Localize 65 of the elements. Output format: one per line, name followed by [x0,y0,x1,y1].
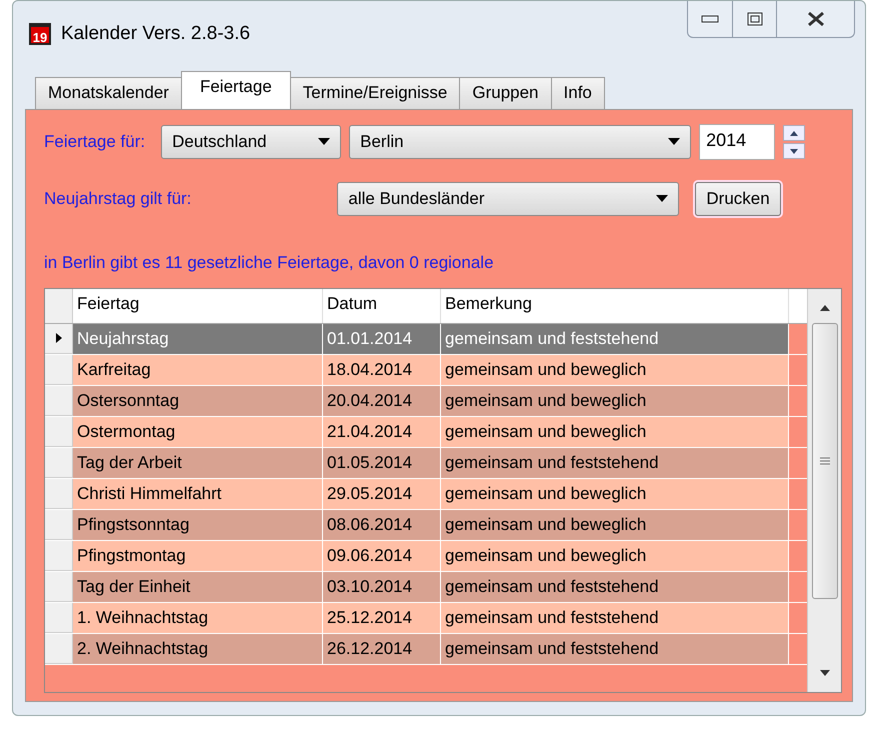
tab[interactable]: Feiertage [180,71,291,109]
tab[interactable]: Gruppen [459,77,552,109]
table-cell: 25.12.2014 [323,602,441,632]
country-label: Feiertage für: [44,131,146,154]
table-cell: 2. Weihnachtstag [73,634,323,664]
spin-down-button[interactable] [783,143,806,159]
table-cell: Pfingstsonntag [73,510,323,540]
year-field[interactable]: 2014 [699,124,776,160]
caret-icon [656,195,668,203]
table-cell: 26.12.2014 [323,634,441,664]
table-cell: gemeinsam und feststehend [441,634,789,664]
tab[interactable]: Info [550,77,605,109]
table-cell: gemeinsam und beweglich [441,478,789,508]
table-cell: Neujahrstag [73,324,323,354]
table-cell: gemeinsam und beweglich [441,510,789,540]
table-cell: gemeinsam und feststehend [441,448,789,478]
calendar-icon: 19 [29,23,51,45]
grip-icon [820,456,830,464]
summary-text: in Berlin gibt es 11 gesetzliche Feiertage, davon 0 regionale [44,252,495,274]
state-dropdown[interactable]: Berlin [349,125,692,159]
newyear-dropdown[interactable]: alle Bundesländer [337,182,680,216]
scroll-thumb[interactable] [812,322,838,598]
table-cell: 08.06.2014 [323,510,441,540]
tab[interactable]: Monatskalender [35,77,182,109]
window-title: Kalender Vers. 2.8-3.6 [61,22,250,46]
table-cell: 1. Weihnachtstag [73,602,323,632]
close-icon [806,11,826,27]
table-cell: Ostermontag [73,416,323,446]
row-header[interactable] [45,324,73,354]
newyear-label: Neujahrstag gilt für: [44,188,192,210]
minimize-icon [701,15,719,23]
table-cell: gemeinsam und feststehend [441,602,789,632]
country-dropdown[interactable]: Deutschland [161,125,342,159]
table-cell: gemeinsam und feststehend [441,324,789,354]
table-cell: gemeinsam und beweglich [441,354,789,384]
table-cell: gemeinsam und beweglich [441,540,789,570]
table-cell: gemeinsam und beweglich [441,416,789,446]
table-cell: Christi Himmelfahrt [73,478,323,508]
maximize-icon [746,12,762,26]
table-cell: Karfreitag [73,354,323,384]
table-cell: 20.04.2014 [323,386,441,416]
table-cell: 01.01.2014 [323,324,441,354]
table-cell: gemeinsam und beweglich [441,386,789,416]
table-cell: Tag der Arbeit [73,448,323,478]
spin-up-button[interactable] [783,125,806,141]
scrollbar[interactable] [807,288,841,692]
table-cell: 09.06.2014 [323,540,441,570]
scroll-up-icon[interactable] [820,304,830,310]
print-button[interactable]: Drucken [695,182,781,216]
table-cell: Pfingstmontag [73,540,323,570]
scroll-down-icon[interactable] [820,670,830,676]
caret-icon [668,138,680,146]
table-cell: 21.04.2014 [323,416,441,446]
table-cell: 18.04.2014 [323,354,441,384]
table-cell: 29.05.2014 [323,478,441,508]
up-arrow-icon [790,130,798,136]
caret-icon [318,138,330,146]
table-cell: Ostersonntag [73,386,323,416]
table-cell: 01.05.2014 [323,448,441,478]
table-cell: 03.10.2014 [323,572,441,602]
table-cell: gemeinsam und feststehend [441,572,789,602]
table-cell: Tag der Einheit [73,572,323,602]
tab[interactable]: Termine/Ereignisse [290,77,460,109]
down-arrow-icon [790,148,798,154]
row-header [45,288,73,322]
